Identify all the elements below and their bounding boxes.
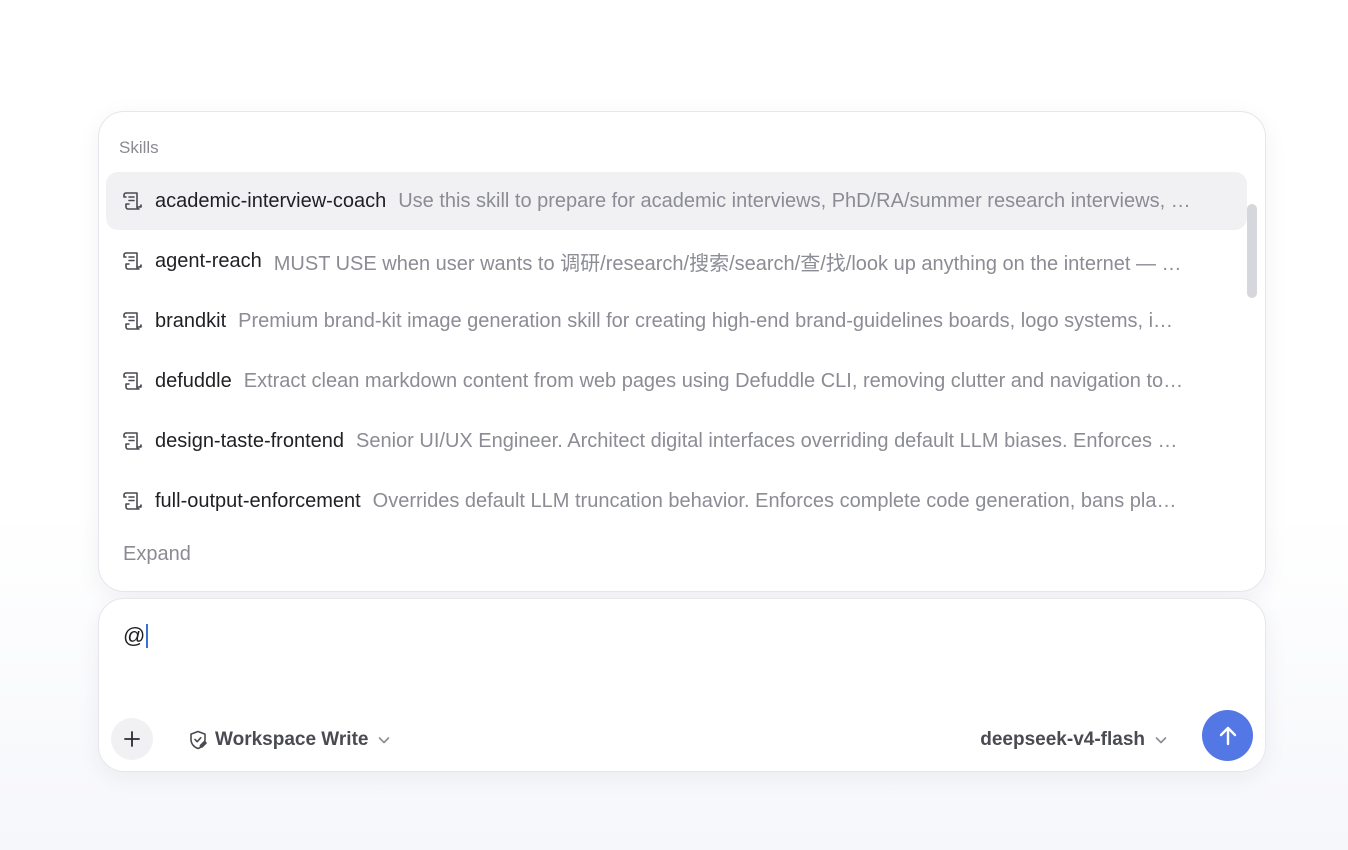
text-caret — [146, 624, 148, 648]
permission-mode-label: Workspace Write — [215, 729, 369, 750]
skill-name: agent-reach — [155, 249, 262, 272]
skills-heading: Skills — [119, 138, 159, 157]
scroll-icon — [122, 190, 144, 212]
skill-list: academic-interview-coach Use this skill … — [106, 172, 1247, 532]
send-button[interactable] — [1202, 710, 1253, 761]
chevron-down-icon — [1153, 732, 1169, 748]
expand-button[interactable]: Expand — [123, 543, 191, 566]
arrow-up-icon — [1215, 723, 1241, 749]
message-input[interactable]: @ — [123, 623, 148, 649]
message-input-value: @ — [123, 623, 146, 648]
skill-description: Overrides default LLM truncation behavio… — [372, 489, 1177, 512]
skill-item-full-output-enforcement[interactable]: full-output-enforcement Overrides defaul… — [106, 472, 1247, 530]
scroll-icon — [122, 310, 144, 332]
skill-item-design-taste-frontend[interactable]: design-taste-frontend Senior UI/UX Engin… — [106, 412, 1247, 470]
skill-description: Use this skill to prepare for academic i… — [398, 189, 1191, 212]
scroll-icon — [122, 490, 144, 512]
skill-name: design-taste-frontend — [155, 429, 345, 452]
add-attachment-button[interactable] — [111, 718, 153, 760]
skill-description: MUST USE when user wants to 调研/research/… — [273, 252, 1182, 275]
skills-suggestion-panel: Skills academic-interview-coach Use this… — [98, 111, 1266, 592]
skill-name: defuddle — [155, 369, 232, 392]
scroll-icon — [122, 250, 144, 272]
model-label: deepseek-v4-flash — [980, 729, 1145, 750]
skill-name: brandkit — [155, 309, 227, 332]
permission-mode-dropdown[interactable]: Workspace Write — [187, 725, 392, 755]
model-dropdown[interactable]: deepseek-v4-flash — [980, 725, 1169, 755]
chevron-down-icon — [376, 732, 392, 748]
message-composer: @ Workspace Write deepseek-v4-flash — [98, 598, 1266, 772]
scroll-icon — [122, 430, 144, 452]
skill-name: full-output-enforcement — [155, 489, 361, 512]
skill-item-defuddle[interactable]: defuddle Extract clean markdown content … — [106, 352, 1247, 410]
scrollbar-thumb[interactable] — [1247, 204, 1257, 298]
skill-description: Premium brand-kit image generation skill… — [238, 309, 1174, 332]
shield-icon — [187, 729, 209, 751]
skill-item-brandkit[interactable]: brandkit Premium brand-kit image generat… — [106, 292, 1247, 350]
skill-item-academic-interview-coach[interactable]: academic-interview-coach Use this skill … — [106, 172, 1247, 230]
skill-list-scrollbar[interactable] — [1247, 172, 1257, 572]
skill-item-agent-reach[interactable]: agent-reach MUST USE when user wants to … — [106, 232, 1247, 290]
plus-icon — [122, 729, 142, 749]
skill-description: Senior UI/UX Engineer. Architect digital… — [356, 429, 1178, 452]
scroll-icon — [122, 370, 144, 392]
skill-name: academic-interview-coach — [155, 189, 387, 212]
skill-description: Extract clean markdown content from web … — [243, 369, 1184, 392]
